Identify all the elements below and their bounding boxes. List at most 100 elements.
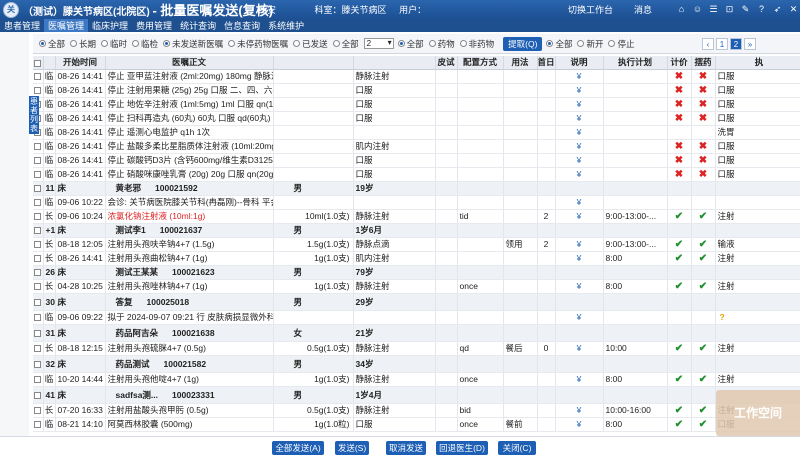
row-checkbox[interactable] [34, 345, 42, 353]
wrench-icon[interactable]: ✎ [740, 3, 751, 15]
row-checkbox-cell[interactable] [33, 324, 44, 342]
row-checkbox-cell[interactable] [33, 153, 44, 168]
note-icon[interactable]: ¥ [577, 99, 582, 109]
row-checkbox[interactable] [34, 213, 42, 221]
menu-item[interactable]: 统计查询 [176, 19, 220, 32]
fetch-button[interactable]: 提取(Q) [503, 36, 543, 51]
page-next-button[interactable]: » [744, 38, 756, 50]
switch-workspace-button[interactable]: 切换工作台 [568, 3, 613, 16]
row-checkbox[interactable] [34, 227, 42, 235]
row-checkbox[interactable] [34, 376, 42, 384]
row-checkbox-cell[interactable] [33, 181, 44, 196]
list-icon[interactable]: ☰ [708, 3, 719, 15]
patient-group-row[interactable]: 26 床测试王某某 100021623 男 79岁 [33, 265, 800, 280]
row-checkbox[interactable] [34, 157, 42, 165]
send-status-radio[interactable]: 已发送 [293, 38, 328, 50]
order-row[interactable]: 长 04-28 10:25 注射用头孢唑林钠4+7 (1g) 1g(1.0支) 静脉注射… [33, 279, 800, 294]
row-checkbox-cell[interactable] [33, 209, 44, 224]
order-type-radio[interactable]: 临时 [101, 38, 127, 50]
menu-item[interactable]: 信息查询 [220, 19, 264, 32]
note-icon[interactable]: ¥ [577, 141, 582, 151]
row-checkbox-cell[interactable] [33, 251, 44, 266]
patient-group-row[interactable]: 30 床答复 100025018 男 29岁 [33, 293, 800, 311]
order-row[interactable]: 长 08-18 12:15 注射用头孢硫脒4+7 (0.5g) 0.5g(1.0支) 静… [33, 341, 800, 356]
row-checkbox-cell[interactable] [33, 139, 44, 154]
note-icon[interactable]: ¥ [577, 155, 582, 165]
page-number-button[interactable]: 2 [730, 38, 742, 50]
order-row[interactable]: 长 07-20 16:33 注射用盐酸头孢甲肟 (0.5g) 0.5g(1.0支) 静脉… [33, 403, 800, 418]
column-header[interactable] [33, 56, 44, 70]
row-checkbox-cell[interactable] [33, 167, 44, 182]
order-row[interactable]: 临08-26 14:41停止 盐酸多柔比星脂质体注射液 (10ml:20mg) … [33, 139, 800, 154]
patient-group-row[interactable]: 31 床药品阿吉朵 100021638 女 21岁 [33, 324, 800, 342]
row-checkbox-cell[interactable] [33, 223, 44, 238]
close-button[interactable]: 关闭(C) [498, 441, 536, 455]
send-status-radio[interactable]: 未发送新医嘱 [163, 38, 223, 50]
patient-list-tab[interactable]: 患者列表 [29, 96, 39, 134]
order-row[interactable]: 临 08-21 14:10 阿莫西林胶囊 (500mg) 1g(1.0粒) 口服 once… [33, 417, 800, 432]
select-all-checkbox[interactable] [34, 59, 42, 67]
note-icon[interactable]: ¥ [577, 419, 582, 429]
workspace-badge[interactable]: 工作空间 [716, 390, 800, 436]
row-checkbox[interactable] [34, 421, 42, 429]
menu-item[interactable]: 医嘱管理 [44, 19, 89, 32]
row-checkbox[interactable] [34, 199, 42, 207]
note-icon[interactable]: ¥ [577, 374, 582, 384]
lock-icon[interactable]: ⊡ [724, 3, 735, 15]
row-checkbox[interactable] [34, 360, 42, 368]
row-checkbox-cell[interactable] [33, 403, 44, 418]
note-icon[interactable]: ¥ [577, 169, 582, 179]
page-size-select[interactable]: 2 [363, 38, 394, 49]
page-prev-button[interactable]: ‹ [702, 38, 714, 50]
order-type-radio[interactable]: 全部 [39, 38, 65, 50]
order-type-radio[interactable]: 临检 [132, 38, 158, 50]
row-checkbox-cell[interactable] [33, 237, 44, 252]
home-icon[interactable]: ⌂ [676, 3, 687, 15]
order-row[interactable]: 临 08-26 14:41 停止 亚甲蓝注射液 (2ml:20mg) 180mg 静… [33, 69, 800, 84]
note-icon[interactable]: ¥ [577, 281, 582, 291]
send-icon[interactable]: ➶ [772, 3, 783, 15]
order-row[interactable]: 长 08-26 14:41 注射用头孢曲松钠4+7 (1g) 1g(1.0支) 肌内注射… [33, 251, 800, 266]
category-radio[interactable]: 非药物 [459, 38, 494, 50]
row-checkbox-cell[interactable] [33, 355, 44, 373]
send-button[interactable]: 发送(S) [335, 441, 369, 455]
row-checkbox[interactable] [34, 143, 42, 151]
row-checkbox[interactable] [34, 407, 42, 415]
row-checkbox[interactable] [34, 241, 42, 249]
note-icon[interactable]: ¥ [577, 113, 582, 123]
row-checkbox[interactable] [34, 87, 42, 95]
order-row[interactable]: 临 08-26 14:41 停止 硝酸咪康唑乳膏 (20g) 20g 口服 qn(2… [33, 167, 800, 182]
order-row[interactable]: 临08-26 14:41停止 注射用果糖 (25g) 25g 口服 二、四、六(… [33, 83, 800, 98]
row-checkbox[interactable] [34, 171, 42, 179]
note-icon[interactable]: ¥ [577, 239, 582, 249]
row-checkbox-cell[interactable] [33, 83, 44, 98]
row-checkbox-cell[interactable] [33, 341, 44, 356]
note-icon[interactable]: ¥ [577, 71, 582, 81]
row-checkbox-cell[interactable] [33, 265, 44, 280]
order-type-radio[interactable]: 长期 [70, 38, 96, 50]
row-checkbox-cell[interactable] [33, 417, 44, 432]
row-checkbox[interactable] [34, 329, 42, 337]
patient-group-row[interactable]: 11 床黄老邪 100021592 男 19岁 [33, 181, 800, 196]
category-radio[interactable]: 药物 [428, 38, 455, 50]
order-state-radio[interactable]: 停止 [608, 38, 635, 50]
menu-item[interactable]: 系统维护 [264, 19, 308, 32]
row-checkbox[interactable] [34, 283, 42, 291]
note-icon[interactable]: ¥ [577, 405, 582, 415]
row-checkbox-cell[interactable] [33, 386, 44, 404]
close-icon[interactable]: ✕ [788, 3, 799, 15]
note-icon[interactable]: ¥ [577, 127, 582, 137]
menu-item[interactable]: 患者管理 [0, 19, 44, 32]
cancel-send-button[interactable]: 取消发送 [386, 441, 426, 455]
note-icon[interactable]: ¥ [577, 343, 582, 353]
note-icon[interactable]: ¥ [577, 85, 582, 95]
help-icon[interactable]: ? [756, 3, 767, 15]
row-checkbox-cell[interactable] [33, 195, 44, 210]
order-row[interactable]: 长 09-06 10:24 浓氯化钠注射液 (10ml:1g) 10ml(1.0支) 静… [33, 209, 800, 224]
messages-button[interactable]: 消息 [634, 3, 652, 16]
order-state-radio[interactable]: 新开 [577, 38, 603, 50]
order-row[interactable]: 临 10-20 14:44 注射用头孢他啶4+7 (1g) 1g(1.0支) 静脉注射 o… [33, 372, 800, 387]
order-state-radio[interactable]: 全部 [546, 38, 572, 50]
order-row[interactable]: 长 08-18 12:05 注射用头孢呋辛钠4+7 (1.5g) 1.5g(1.0支)… [33, 237, 800, 252]
page-number-button[interactable]: 1 [716, 38, 728, 50]
